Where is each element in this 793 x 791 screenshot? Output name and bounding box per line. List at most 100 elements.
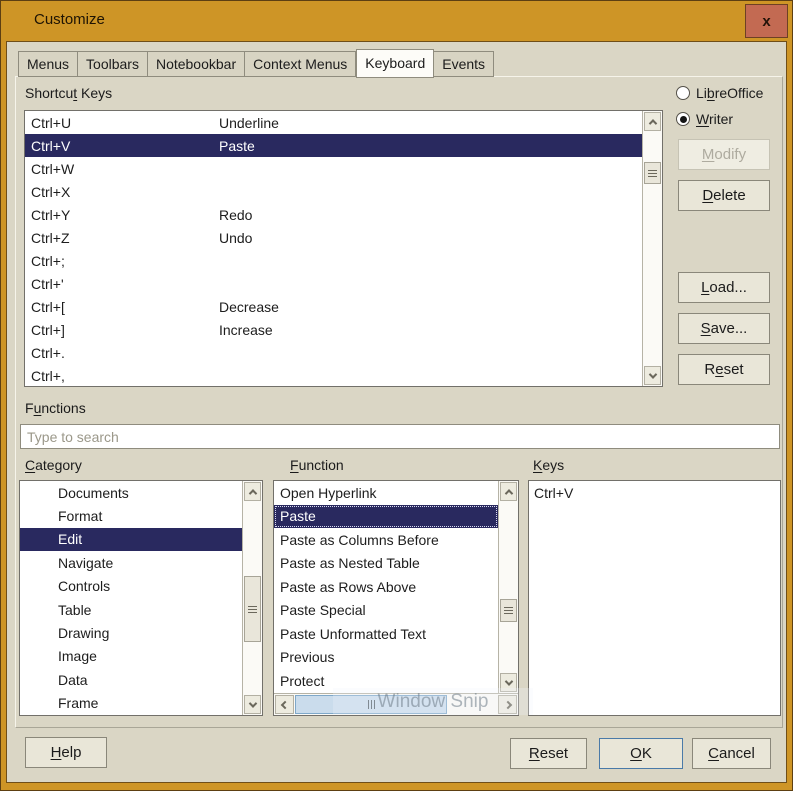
category-item[interactable]: Drawing (20, 621, 242, 644)
scrollbar-thumb[interactable] (295, 695, 447, 714)
grip-icon (648, 173, 657, 174)
shortcut-row[interactable]: Ctrl+, (25, 364, 642, 387)
shortcut-command: Redo (219, 207, 642, 223)
function-item[interactable]: Paste as Columns Before (274, 528, 498, 552)
category-item[interactable]: Image (20, 645, 242, 668)
shortcut-row[interactable]: Ctrl+U Underline (25, 111, 642, 134)
function-item[interactable]: Paste Special (274, 599, 498, 623)
scroll-left-button[interactable] (275, 695, 294, 714)
category-item[interactable]: Documents (20, 481, 242, 504)
function-item[interactable]: Previous (274, 646, 498, 670)
tab[interactable]: Menus (18, 51, 78, 77)
category-item[interactable]: Data (20, 668, 242, 691)
shortcut-command: Underline (219, 115, 642, 131)
reset-shortcuts-button[interactable]: Reset (678, 354, 770, 385)
function-item[interactable]: Protect (274, 669, 498, 693)
shortcut-command: Undo (219, 230, 642, 246)
titlebar[interactable]: Customize x (1, 1, 792, 41)
tab-strip: Menus Toolbars Notebookbar Context Menus… (18, 48, 494, 77)
tab[interactable]: Keyboard (356, 49, 434, 78)
tab[interactable]: Events (434, 51, 494, 77)
scrollbar-thumb[interactable] (244, 576, 261, 642)
shortcut-row[interactable]: Ctrl+V Paste (25, 134, 642, 157)
shortcut-command: Paste (219, 138, 642, 154)
category-list[interactable]: Documents Format Edit Navigate Controls … (19, 480, 263, 716)
shortcut-key: Ctrl+X (31, 184, 219, 200)
radio-writer[interactable]: Writer (676, 111, 733, 127)
scroll-down-button[interactable] (244, 695, 261, 714)
keyboard-tab-panel: Shortcut Keys Ctrl+U Underline Ctrl+V Pa… (15, 76, 783, 728)
category-item[interactable]: Navigate (20, 551, 242, 574)
window-title: Customize (34, 11, 105, 28)
shortcut-command: Decrease (219, 299, 642, 315)
reset-button[interactable]: Reset (510, 738, 587, 769)
radio-icon (676, 86, 690, 100)
shortcut-row[interactable]: Ctrl+. (25, 341, 642, 364)
modify-button[interactable]: Modify (678, 139, 770, 170)
grip-icon (504, 610, 513, 611)
shortcut-key: Ctrl+. (31, 345, 219, 361)
chevron-down-icon (504, 677, 512, 685)
cancel-button[interactable]: Cancel (692, 738, 771, 769)
scrollbar-thumb[interactable] (500, 599, 517, 622)
keys-list[interactable]: Ctrl+V (528, 480, 781, 716)
dialog-body: Menus Toolbars Notebookbar Context Menus… (6, 41, 787, 783)
ok-button[interactable]: OK (599, 738, 683, 769)
function-list[interactable]: Open Hyperlink Paste Paste as Columns Be… (273, 480, 519, 716)
scroll-up-button[interactable] (500, 482, 517, 501)
shortcut-row[interactable]: Ctrl+W (25, 157, 642, 180)
save-button[interactable]: Save... (678, 313, 770, 344)
key-item[interactable]: Ctrl+V (529, 481, 780, 504)
shortcut-key: Ctrl+[ (31, 299, 219, 315)
category-item[interactable]: Frame (20, 692, 242, 715)
chevron-up-icon (648, 119, 656, 127)
function-scrollbar[interactable] (498, 481, 518, 693)
shortcut-row[interactable]: Ctrl+X (25, 180, 642, 203)
help-button[interactable]: Help (25, 737, 107, 768)
category-item[interactable]: Edit (20, 528, 242, 551)
close-button[interactable]: x (745, 4, 788, 38)
grip-icon (371, 700, 372, 709)
chevron-up-icon (504, 489, 512, 497)
shortcut-key: Ctrl+V (31, 138, 219, 154)
function-item[interactable]: Open Hyperlink (274, 481, 498, 505)
shortcut-row[interactable]: Ctrl+Y Redo (25, 203, 642, 226)
shortcut-scrollbar[interactable] (642, 111, 662, 386)
function-item[interactable]: Paste Unformatted Text (274, 622, 498, 646)
scroll-down-button[interactable] (644, 366, 661, 385)
category-scrollbar[interactable] (242, 481, 262, 715)
load-button[interactable]: Load... (678, 272, 770, 303)
shortcut-key: Ctrl+W (31, 161, 219, 177)
function-label: Function (290, 457, 344, 473)
category-item[interactable]: Controls (20, 575, 242, 598)
function-item[interactable]: Paste (274, 505, 498, 529)
shortcut-row[interactable]: Ctrl+] Increase (25, 318, 642, 341)
shortcut-row[interactable]: Ctrl+[ Decrease (25, 295, 642, 318)
category-label: Category (25, 457, 82, 473)
delete-button[interactable]: Delete (678, 180, 770, 211)
shortcut-row[interactable]: Ctrl+; (25, 249, 642, 272)
chevron-up-icon (248, 489, 256, 497)
functions-label: Functions (25, 400, 86, 416)
tab[interactable]: Context Menus (245, 51, 356, 77)
scroll-down-button[interactable] (500, 673, 517, 692)
shortcut-row[interactable]: Ctrl+Z Undo (25, 226, 642, 249)
tab[interactable]: Toolbars (78, 51, 148, 77)
category-item[interactable]: Format (20, 504, 242, 527)
shortcut-keys-list[interactable]: Ctrl+U Underline Ctrl+V Paste Ctrl+W (24, 110, 663, 387)
function-item[interactable]: Paste as Nested Table (274, 552, 498, 576)
scroll-up-button[interactable] (244, 482, 261, 501)
shortcut-row[interactable]: Ctrl+' (25, 272, 642, 295)
search-input[interactable] (20, 424, 780, 449)
radio-libreoffice[interactable]: LibreOffice (676, 85, 763, 101)
function-horizontal-scrollbar[interactable] (274, 693, 518, 715)
function-item[interactable]: Paste as Rows Above (274, 575, 498, 599)
shortcut-key: Ctrl+; (31, 253, 219, 269)
scroll-right-button[interactable] (498, 695, 517, 714)
category-item[interactable]: Table (20, 598, 242, 621)
tab[interactable]: Notebookbar (148, 51, 245, 77)
scrollbar-thumb[interactable] (644, 162, 661, 184)
customize-dialog: Customize x Menus Toolbars Notebookbar C… (0, 0, 793, 791)
scroll-up-button[interactable] (644, 112, 661, 131)
shortcut-key: Ctrl+U (31, 115, 219, 131)
